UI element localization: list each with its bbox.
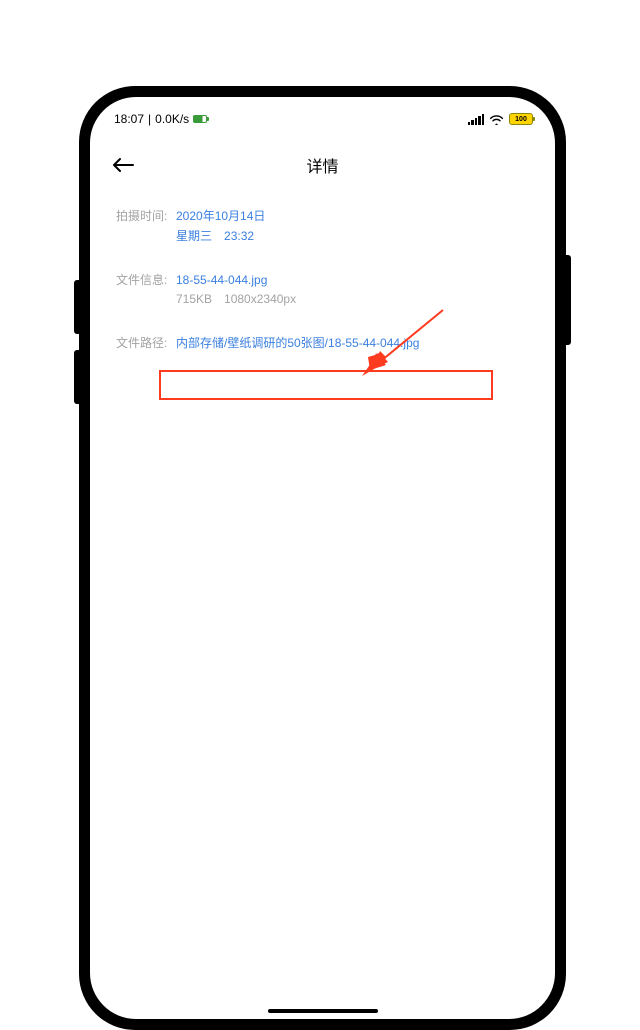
row-shot-time: 拍摄时间: 2020年10月14日 星期三 23:32 <box>116 207 529 247</box>
wifi-icon <box>489 114 504 125</box>
row-file-info: 文件信息: 18-55-44-044.jpg 715KB 1080x2340px <box>116 271 529 311</box>
value-file-info: 18-55-44-044.jpg 715KB 1080x2340px <box>176 271 529 311</box>
file-dims: 1080x2340px <box>224 292 296 306</box>
shot-day-clock: 星期三 23:32 <box>176 227 529 247</box>
file-meta: 715KB 1080x2340px <box>176 290 529 310</box>
label-file-path: 文件路径: <box>116 334 176 354</box>
file-name: 18-55-44-044.jpg <box>176 271 529 291</box>
value-file-path: 内部存储/壁纸调研的50张图/18-55-44-044.jpg <box>176 334 529 354</box>
status-left: 18:07 | 0.0K/s <box>114 112 207 126</box>
header: 详情 <box>90 141 555 189</box>
page-title: 详情 <box>306 153 338 177</box>
status-sep: | <box>148 112 151 126</box>
battery-text: 100 <box>515 116 527 123</box>
file-path[interactable]: 内部存储/壁纸调研的50张图/18-55-44-044.jpg <box>176 336 419 350</box>
shot-day: 星期三 <box>176 229 212 243</box>
value-shot-time: 2020年10月14日 星期三 23:32 <box>176 207 529 247</box>
signal-icon <box>468 114 485 125</box>
annotation-highlight <box>159 370 493 400</box>
status-time: 18:07 <box>114 112 144 126</box>
home-indicator[interactable] <box>268 1009 378 1013</box>
screen: 18:07 | 0.0K/s 100 <box>90 97 555 1019</box>
battery-icon <box>193 115 207 123</box>
shot-date: 2020年10月14日 <box>176 207 529 227</box>
phone-frame: 18:07 | 0.0K/s 100 <box>79 86 566 1030</box>
back-button[interactable] <box>108 150 138 180</box>
status-right: 100 <box>468 113 534 125</box>
label-file-info: 文件信息: <box>116 271 176 311</box>
shot-clock: 23:32 <box>224 229 254 243</box>
content: 拍摄时间: 2020年10月14日 星期三 23:32 文件信息: 18-55-4… <box>90 189 555 354</box>
status-net-speed: 0.0K/s <box>155 112 189 126</box>
label-shot-time: 拍摄时间: <box>116 207 176 247</box>
arrow-left-icon <box>112 157 134 173</box>
status-bar: 18:07 | 0.0K/s 100 <box>90 97 555 141</box>
row-file-path: 文件路径: 内部存储/壁纸调研的50张图/18-55-44-044.jpg <box>116 334 529 354</box>
battery-badge: 100 <box>509 113 533 125</box>
file-size: 715KB <box>176 292 212 306</box>
power-button[interactable] <box>566 255 571 345</box>
